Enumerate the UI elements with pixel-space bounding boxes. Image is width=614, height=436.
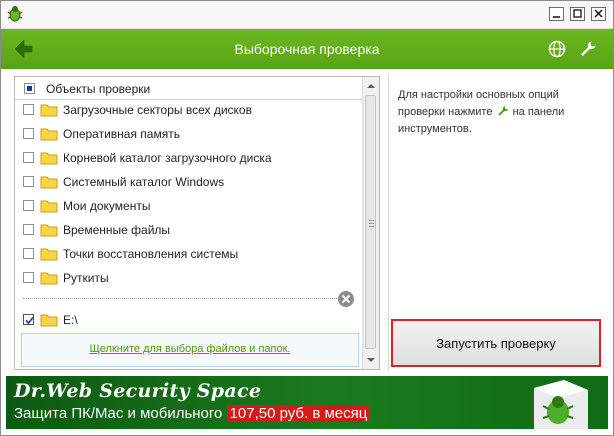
panel-divider — [388, 75, 389, 371]
settings-hint: Для настройки основных опций проверки на… — [398, 87, 604, 138]
folder-icon — [40, 104, 58, 117]
start-scan-label: Запустить проверку — [436, 336, 556, 351]
item-label: Временные файлы — [63, 223, 171, 237]
promo-banner[interactable]: Dr.Web Security Space Защита ПК/Mac и мо… — [6, 376, 608, 429]
list-item[interactable]: Мои документы — [15, 195, 363, 219]
list-item[interactable]: Оперативная память — [15, 123, 363, 147]
scrollbar[interactable] — [362, 77, 379, 369]
banner-title: Dr.Web Security Space — [14, 380, 262, 402]
thumb-grip — [369, 220, 374, 221]
list-item[interactable]: Корневой каталог загрузочного диска — [15, 147, 363, 171]
item-checkbox[interactable] — [23, 248, 34, 259]
list-item[interactable]: Системный каталог Windows — [15, 171, 363, 195]
list-item[interactable]: Загрузочные секторы всех дисков — [15, 99, 363, 123]
scroll-up-icon[interactable] — [366, 81, 376, 91]
thumb-grip — [369, 226, 374, 227]
folder-icon — [40, 224, 58, 237]
scroll-down-icon[interactable] — [366, 355, 376, 365]
close-button[interactable] — [591, 7, 606, 21]
drweb-spider-icon — [7, 6, 23, 22]
item-checkbox[interactable] — [23, 272, 34, 283]
pick-files-area[interactable]: Щелкните для выбора файлов и папок. — [21, 333, 359, 367]
item-label: Системный каталог Windows — [63, 175, 225, 189]
item-checkbox[interactable] — [23, 176, 34, 187]
page-title: Выборочная проверка — [234, 41, 380, 57]
app-window: Выборочная проверка Объекты проверки Заг… — [0, 0, 614, 436]
folder-icon — [40, 128, 58, 141]
objects-header: Объекты проверки — [15, 77, 363, 100]
close-icon — [594, 9, 603, 18]
item-label: Мои документы — [63, 199, 151, 213]
start-scan-button[interactable]: Запустить проверку — [391, 319, 601, 367]
objects-header-label: Объекты проверки — [46, 82, 151, 96]
minimize-button[interactable] — [549, 7, 564, 21]
wrench-icon — [497, 106, 508, 116]
scan-objects-panel: Объекты проверки Загрузочные секторы все… — [14, 76, 380, 370]
thumb-grip — [369, 223, 374, 224]
list-item[interactable]: Руткиты — [15, 267, 363, 291]
item-label: Руткиты — [63, 271, 109, 285]
list-item[interactable]: Временные файлы — [15, 219, 363, 243]
banner-subtitle-text: Защита ПК/Mac и мобильного — [14, 405, 227, 422]
scroll-thumb[interactable] — [365, 95, 376, 349]
folder-icon — [40, 248, 58, 261]
item-checkbox[interactable] — [23, 224, 34, 235]
item-checkbox[interactable] — [23, 128, 34, 139]
folder-icon — [40, 314, 58, 327]
product-box-icon — [534, 380, 588, 429]
item-checkbox[interactable] — [23, 104, 34, 115]
wrench-icon[interactable] — [579, 40, 597, 58]
item-checkbox[interactable] — [23, 314, 34, 325]
header-bar: Выборочная проверка — [1, 29, 613, 69]
item-checkbox[interactable] — [23, 200, 34, 211]
maximize-button[interactable] — [570, 7, 585, 21]
banner-price: 107,50 руб. в месяц — [226, 405, 371, 422]
item-label: Точки восстановления системы — [63, 247, 239, 261]
banner-subtitle: Защита ПК/Mac и мобильного 107,50 руб. в… — [14, 405, 371, 422]
item-checkbox[interactable] — [23, 152, 34, 163]
checkmark-icon — [25, 316, 34, 325]
folder-icon — [40, 200, 58, 213]
pick-files-link[interactable]: Щелкните для выбора файлов и папок. — [22, 343, 358, 355]
folder-icon — [40, 152, 58, 165]
title-bar[interactable] — [1, 1, 613, 29]
custom-items-separator — [23, 298, 343, 299]
maximize-icon — [573, 9, 582, 18]
remove-icon[interactable] — [337, 290, 355, 308]
list-item[interactable]: E:\ — [15, 309, 363, 333]
item-label: Оперативная память — [63, 127, 180, 141]
item-label: Загрузочные секторы всех дисков — [63, 103, 252, 117]
folder-icon — [40, 176, 58, 189]
select-all-checkbox[interactable] — [24, 83, 35, 94]
item-label: E:\ — [63, 313, 78, 327]
folder-icon — [40, 272, 58, 285]
globe-icon[interactable] — [548, 40, 566, 58]
list-item[interactable]: Точки восстановления системы — [15, 243, 363, 267]
minimize-icon — [553, 16, 560, 18]
item-label: Корневой каталог загрузочного диска — [63, 151, 272, 165]
